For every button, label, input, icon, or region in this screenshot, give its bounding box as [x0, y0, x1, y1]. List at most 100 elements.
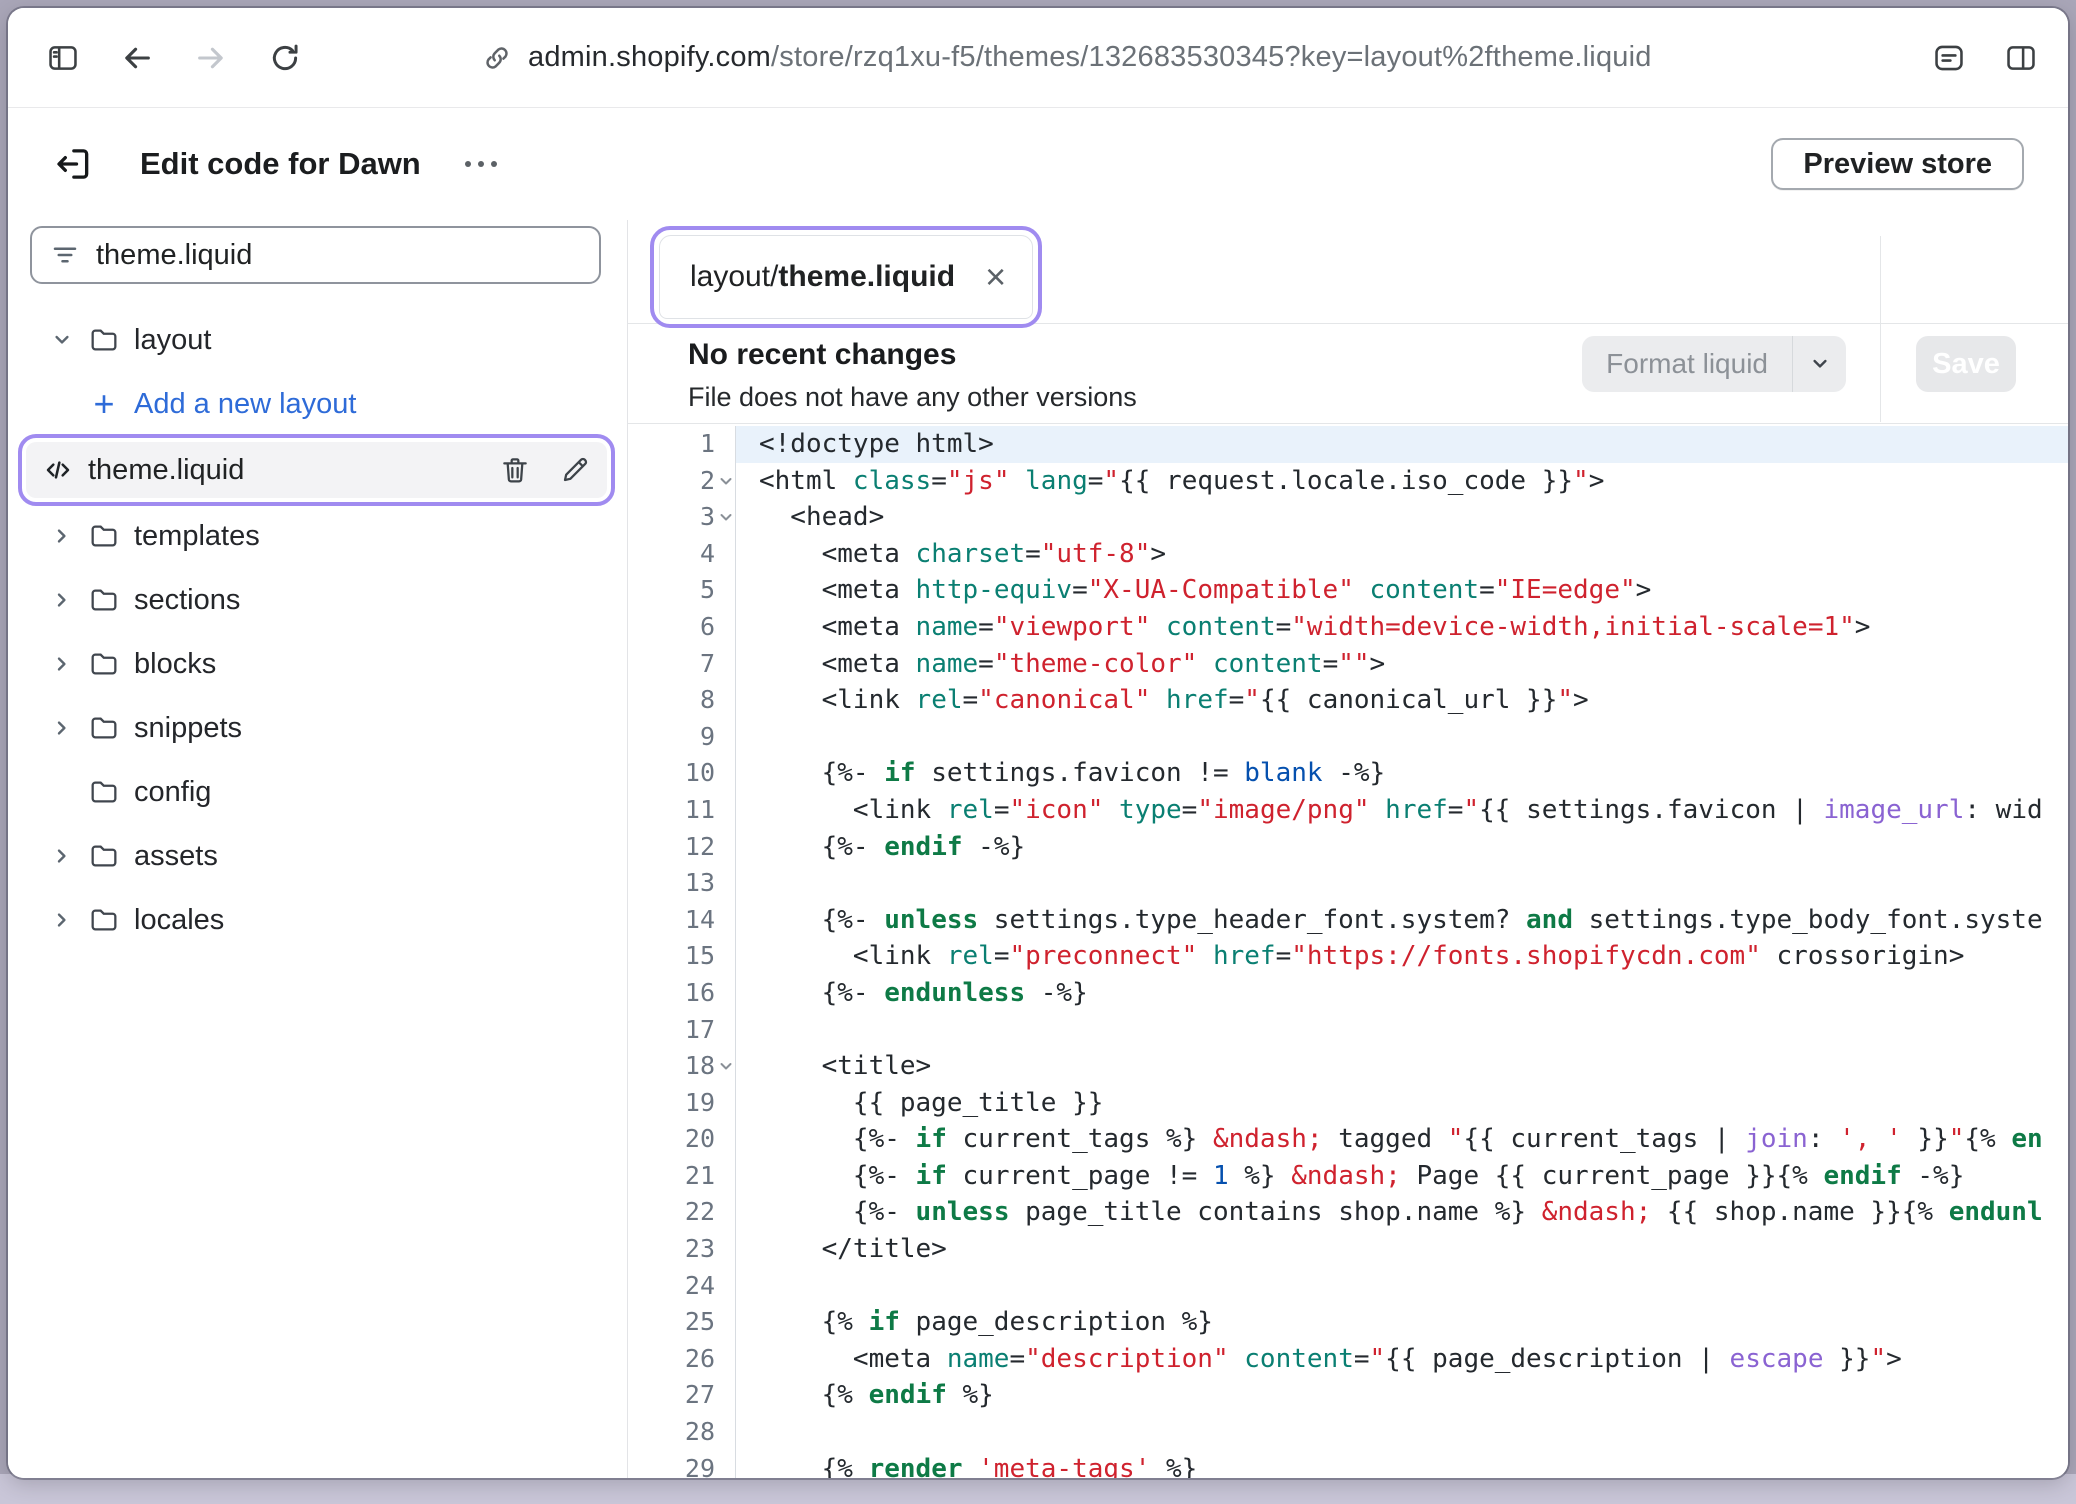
- code-line[interactable]: 7 <meta name="theme-color" content="">: [628, 646, 2068, 683]
- code-line-text: <meta name="viewport" content="width=dev…: [736, 609, 2068, 646]
- code-line[interactable]: 27 {% endif %}: [628, 1377, 2068, 1414]
- code-line[interactable]: 2<html class="js" lang="{{ request.local…: [628, 463, 2068, 500]
- sidebar-item-blocks[interactable]: blocks: [30, 632, 601, 696]
- code-line-text: {{ page_title }}: [736, 1085, 2068, 1122]
- code-line[interactable]: 28: [628, 1414, 2068, 1451]
- content-area: layout+Add a new layout theme.liquid templ…: [8, 220, 2068, 1478]
- code-line-text: {%- if current_page != 1 %} &ndash; Page…: [736, 1158, 2068, 1195]
- code-line[interactable]: 5 <meta http-equiv="X-UA-Compatible" con…: [628, 572, 2068, 609]
- line-number: 27: [628, 1377, 736, 1414]
- code-line[interactable]: 3 <head>: [628, 499, 2068, 536]
- fold-chevron-icon[interactable]: [716, 471, 736, 491]
- fold-chevron-icon[interactable]: [716, 1056, 736, 1076]
- chevron-down-icon[interactable]: [1792, 336, 1846, 392]
- save-button[interactable]: Save: [1916, 336, 2016, 392]
- filter-icon: [50, 240, 80, 270]
- sidebar-item-config[interactable]: config: [30, 760, 601, 824]
- tab-file-name: theme.liquid: [778, 260, 955, 293]
- code-line[interactable]: 16 {%- endunless -%}: [628, 975, 2068, 1012]
- tab-path-prefix: layout/: [690, 260, 778, 293]
- code-line[interactable]: 19 {{ page_title }}: [628, 1085, 2068, 1122]
- line-number: 6: [628, 609, 736, 646]
- tab-label: layout/theme.liquid: [690, 260, 955, 294]
- code-line-text: [736, 865, 2068, 902]
- code-line[interactable]: 20 {%- if current_tags %} &ndash; tagged…: [628, 1121, 2068, 1158]
- code-line[interactable]: 8 <link rel="canonical" href="{{ canonic…: [628, 682, 2068, 719]
- address-bar[interactable]: admin.shopify.com/store/rzq1xu-f5/themes…: [482, 8, 1652, 107]
- folder-label: snippets: [134, 712, 242, 745]
- browser-toolbar: admin.shopify.com/store/rzq1xu-f5/themes…: [8, 8, 2068, 108]
- code-line[interactable]: 13: [628, 865, 2068, 902]
- code-line-text: [736, 1012, 2068, 1049]
- code-line[interactable]: 18 <title>: [628, 1048, 2068, 1085]
- folder-label: blocks: [134, 648, 216, 681]
- line-number: 25: [628, 1304, 736, 1341]
- code-line[interactable]: 6 <meta name="viewport" content="width=d…: [628, 609, 2068, 646]
- code-lines: 1<!doctype html>2<html class="js" lang="…: [628, 426, 2068, 1478]
- page-settings-icon[interactable]: [1932, 41, 1966, 75]
- sidebar-item-templates[interactable]: templates: [30, 504, 601, 568]
- folder-icon: [88, 584, 120, 616]
- code-line[interactable]: 21 {%- if current_page != 1 %} &ndash; P…: [628, 1158, 2068, 1195]
- code-editor[interactable]: 1<!doctype html>2<html class="js" lang="…: [628, 424, 2068, 1478]
- code-line-text: <link rel="preconnect" href="https://fon…: [736, 938, 2068, 975]
- link-icon: [482, 43, 512, 73]
- rename-file-button[interactable]: [559, 454, 591, 486]
- sidebar-action-add-a-new-layout[interactable]: +Add a new layout: [30, 372, 601, 436]
- folder-label: config: [134, 776, 211, 809]
- sidebar-item-theme-liquid[interactable]: theme.liquid: [26, 442, 607, 498]
- sidebar-item-locales[interactable]: locales: [30, 888, 601, 952]
- code-line[interactable]: 29 {% render 'meta-tags' %}: [628, 1451, 2068, 1478]
- reload-button[interactable]: [268, 41, 302, 75]
- code-line[interactable]: 10 {%- if settings.favicon != blank -%}: [628, 755, 2068, 792]
- close-tab-icon[interactable]: ×: [985, 259, 1006, 295]
- line-number: 22: [628, 1194, 736, 1231]
- code-line[interactable]: 26 <meta name="description" content="{{ …: [628, 1341, 2068, 1378]
- preview-store-button[interactable]: Preview store: [1771, 138, 2024, 190]
- browser-action-buttons: [1932, 8, 2038, 107]
- code-line[interactable]: 17: [628, 1012, 2068, 1049]
- sidebar-item-layout[interactable]: layout: [30, 308, 601, 372]
- browser-nav-buttons: [46, 41, 302, 75]
- code-line[interactable]: 12 {%- endif -%}: [628, 829, 2068, 866]
- desktop-background-strip: [0, 1474, 2076, 1504]
- exit-editor-button[interactable]: [52, 143, 94, 185]
- folder-label: sections: [134, 584, 240, 617]
- code-line-text: <link rel="icon" type="image/png" href="…: [736, 792, 2068, 829]
- code-line[interactable]: 11 <link rel="icon" type="image/png" hre…: [628, 792, 2068, 829]
- chevron-right-icon: [50, 588, 88, 612]
- code-line[interactable]: 9: [628, 719, 2068, 756]
- toggle-sidebar-button[interactable]: [46, 41, 80, 75]
- back-button[interactable]: [120, 41, 154, 75]
- app-header: Edit code for Dawn Preview store: [8, 108, 2068, 220]
- code-line[interactable]: 23 </title>: [628, 1231, 2068, 1268]
- split-view-icon[interactable]: [2004, 41, 2038, 75]
- code-line[interactable]: 24: [628, 1268, 2068, 1305]
- code-file-icon: [42, 454, 74, 486]
- sidebar-item-sections[interactable]: sections: [30, 568, 601, 632]
- more-actions-button[interactable]: [465, 144, 497, 184]
- code-line[interactable]: 15 <link rel="preconnect" href="https://…: [628, 938, 2068, 975]
- code-line-text: <meta http-equiv="X-UA-Compatible" conte…: [736, 572, 2068, 609]
- sidebar-item-assets[interactable]: assets: [30, 824, 601, 888]
- line-number: 23: [628, 1231, 736, 1268]
- format-liquid-button[interactable]: Format liquid: [1582, 336, 1846, 392]
- code-line[interactable]: 14 {%- unless settings.type_header_font.…: [628, 902, 2068, 939]
- browser-window: admin.shopify.com/store/rzq1xu-f5/themes…: [8, 8, 2068, 1478]
- delete-file-button[interactable]: [499, 454, 531, 486]
- code-line-text: {%- if settings.favicon != blank -%}: [736, 755, 2068, 792]
- code-line-text: <!doctype html>: [736, 426, 2068, 463]
- code-line[interactable]: 22 {%- unless page_title contains shop.n…: [628, 1194, 2068, 1231]
- code-line[interactable]: 1<!doctype html>: [628, 426, 2068, 463]
- search-input[interactable]: [96, 239, 581, 272]
- code-line[interactable]: 4 <meta charset="utf-8">: [628, 536, 2068, 573]
- sidebar-item-snippets[interactable]: snippets: [30, 696, 601, 760]
- chevron-down-icon: [50, 328, 88, 352]
- tab-theme-liquid[interactable]: layout/theme.liquid ×: [659, 235, 1033, 319]
- code-line[interactable]: 25 {% if page_description %}: [628, 1304, 2068, 1341]
- format-liquid-label[interactable]: Format liquid: [1582, 336, 1792, 392]
- forward-button[interactable]: [194, 41, 228, 75]
- ellipsis-icon: [465, 161, 471, 167]
- file-tree: layout+Add a new layouttheme.liquidtempl…: [30, 308, 601, 952]
- fold-chevron-icon[interactable]: [716, 507, 736, 527]
